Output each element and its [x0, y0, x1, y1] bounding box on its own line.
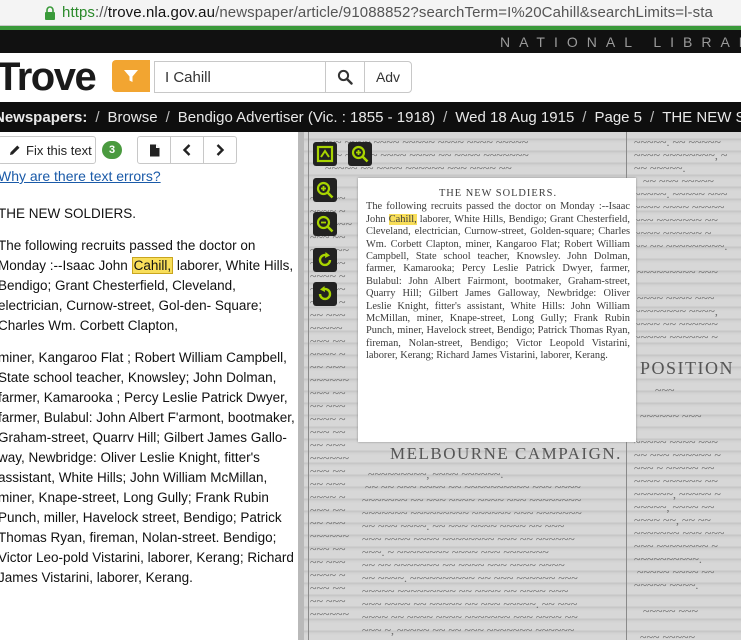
national-library-banner: NATIONAL LIBRARY [0, 26, 741, 53]
fix-text-button[interactable]: Fix this text [0, 136, 96, 164]
article-text-panel: Fix this text 3 Why are there text error… [0, 132, 298, 640]
rotate-counterclockwise-icon [318, 286, 332, 301]
scan-heading: POSITION [640, 358, 735, 378]
article-paragraph: miner, Kangaroo Flat ; Robert William Ca… [0, 350, 295, 585]
breadcrumb-page[interactable]: Page 5 [586, 109, 650, 126]
address-url[interactable]: https://trove.nla.gov.au/newspaper/artic… [62, 4, 713, 21]
previous-button[interactable] [170, 136, 204, 164]
site-header: Trove Adv [0, 53, 741, 101]
rotate-counterclockwise-button[interactable] [313, 282, 337, 306]
filter-button[interactable] [112, 60, 150, 92]
article-text: THE NEW SOLDIERS. The following recruits… [0, 204, 298, 600]
browser-address-bar[interactable]: https://trove.nla.gov.au/newspaper/artic… [0, 0, 741, 26]
trove-logo[interactable]: Trove [0, 55, 97, 100]
chevron-right-icon [216, 144, 225, 156]
breadcrumb-date[interactable]: Wed 18 Aug 1915 [447, 109, 582, 126]
clipping-title: THE NEW SOLDIERS. [438, 188, 558, 199]
search-term-highlight: Cahill, [131, 257, 174, 274]
scan-text-block: ~~~~~~~~~, ~~~~ ~~~~~~. ~~ ~~ ~~~ ~~~~ ~… [362, 468, 582, 637]
zoom-in-icon [351, 145, 369, 163]
clipping-highlight: Cahill, [388, 213, 417, 225]
lock-icon [44, 5, 56, 20]
breadcrumb-article: THE NEW SOLDIERS. [662, 108, 741, 126]
search-input[interactable] [154, 61, 326, 93]
clipping-body: The following recruits passed the doctor… [366, 201, 630, 362]
text-errors-link[interactable]: Why are there text errors? [0, 168, 161, 184]
chevron-left-icon [182, 144, 191, 156]
article-paragraph: The following recruits passed the doctor… [0, 238, 294, 333]
column-rule [308, 132, 309, 640]
zoom-in-icon [316, 181, 334, 199]
zoom-out-icon [316, 215, 334, 233]
breadcrumb-newspapers[interactable]: Newspapers: [0, 109, 95, 126]
corrections-count-badge: 3 [102, 141, 122, 159]
fit-page-icon [316, 145, 334, 163]
page-image-viewer[interactable]: ~~~ ~ ~~~ ~~ ~~ ~~ ~~~ ~ ~~~ ~~ ~~ ~~ ~~~ ~ ~~ ~… [304, 132, 741, 640]
next-button[interactable] [203, 136, 237, 164]
clipping-text: THE NEW SOLDIERS. The following recruits… [366, 188, 630, 363]
rotate-clockwise-button[interactable] [313, 248, 337, 272]
scan-text-block: ~~~ ~~~~~~ ~~~ ~~~~~ ~~~~ ~~~ ~~ ~~~ ~~~… [634, 384, 725, 640]
article-nav-group [137, 136, 237, 164]
fit-page-button[interactable] [313, 142, 337, 166]
breadcrumb-browse[interactable]: Browse [100, 109, 166, 126]
zoom-article-button[interactable] [348, 142, 372, 166]
zoom-out-button[interactable] [313, 212, 337, 236]
scan-text-block: ~~~~~. ~~ ~~~~~ ~~~~ ~~~~~~~~, ~ ~~ ~~~~… [634, 136, 728, 346]
rotate-clockwise-icon [318, 252, 332, 267]
filter-icon [124, 70, 138, 82]
article-clipping[interactable]: THE NEW SOLDIERS. The following recruits… [358, 178, 636, 442]
zoom-in-button[interactable] [313, 178, 337, 202]
advanced-search-button[interactable]: Adv [364, 61, 412, 93]
document-icon [149, 144, 159, 156]
scan-heading: MELBOURNE CAMPAIGN. [390, 444, 622, 463]
search-icon [337, 69, 353, 85]
pencil-icon [10, 145, 20, 155]
document-button[interactable] [137, 136, 171, 164]
search-button[interactable] [325, 61, 365, 93]
banner-text: NATIONAL LIBRARY [500, 34, 741, 50]
breadcrumb-title[interactable]: Bendigo Advertiser (Vic. : 1855 - 1918) [170, 109, 443, 126]
article-title: THE NEW SOLDIERS. [0, 206, 137, 221]
fix-text-label: Fix this text [26, 142, 92, 158]
breadcrumb: Newspapers: / Browse / Bendigo Advertise… [0, 102, 741, 132]
